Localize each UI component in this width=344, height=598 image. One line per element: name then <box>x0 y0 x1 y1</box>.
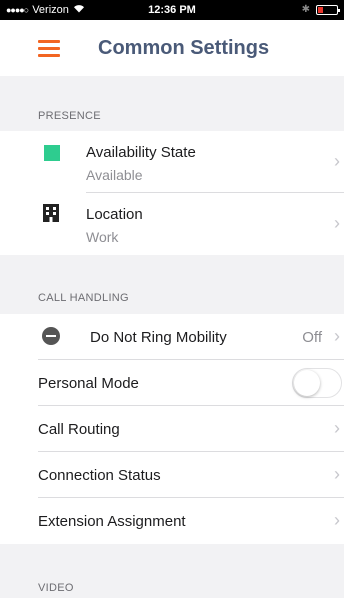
chevron-right-icon: › <box>334 510 340 530</box>
do-not-disturb-icon <box>42 327 60 345</box>
extension-assignment-row[interactable]: Extension Assignment › <box>0 498 344 544</box>
call-routing-row[interactable]: Call Routing › <box>0 406 344 452</box>
status-right: ✱ <box>301 4 340 15</box>
personal-mode-label: Personal Mode <box>38 375 139 392</box>
section-header-call-handling: CALL HANDLING <box>38 292 129 304</box>
connection-status-row[interactable]: Connection Status › <box>0 452 344 498</box>
availability-state-label: Availability State <box>86 144 196 161</box>
do-not-ring-mobility-row[interactable]: Do Not Ring Mobility Off › <box>0 314 344 360</box>
clock: 12:36 PM <box>148 4 196 16</box>
presence-group: Availability State Available › Location … <box>0 131 344 255</box>
building-icon <box>42 203 60 228</box>
location-value: Work <box>86 229 119 245</box>
section-header-presence: PRESENCE <box>38 110 101 122</box>
status-bar: ●●●●○ Verizon 12:36 PM ✱ <box>0 0 344 20</box>
availability-state-row[interactable]: Availability State Available › <box>0 131 344 193</box>
connection-status-label: Connection Status <box>38 467 161 484</box>
do-not-ring-mobility-label: Do Not Ring Mobility <box>90 329 227 346</box>
page-title: Common Settings <box>98 37 270 59</box>
section-header-video: VIDEO <box>38 582 74 594</box>
personal-mode-toggle[interactable] <box>292 368 342 398</box>
call-routing-label: Call Routing <box>38 421 120 438</box>
personal-mode-row: Personal Mode <box>0 360 344 406</box>
chevron-right-icon: › <box>334 464 340 484</box>
call-handling-group: Do Not Ring Mobility Off › Personal Mode… <box>0 314 344 544</box>
chevron-right-icon: › <box>334 326 340 346</box>
location-label: Location <box>86 206 143 223</box>
green-square-icon <box>44 145 60 161</box>
hamburger-menu-icon[interactable] <box>38 40 60 57</box>
toggle-knob <box>294 370 320 396</box>
do-not-ring-mobility-value: Off <box>302 329 322 346</box>
chevron-right-icon: › <box>334 213 340 233</box>
extension-assignment-label: Extension Assignment <box>38 513 186 530</box>
battery-icon <box>316 4 340 15</box>
chevron-right-icon: › <box>334 151 340 171</box>
bluetooth-icon: ✱ <box>301 4 310 15</box>
navigation-bar: Common Settings <box>0 20 344 76</box>
availability-state-value: Available <box>86 167 143 183</box>
chevron-right-icon: › <box>334 418 340 438</box>
location-row[interactable]: Location Work › <box>0 193 344 255</box>
